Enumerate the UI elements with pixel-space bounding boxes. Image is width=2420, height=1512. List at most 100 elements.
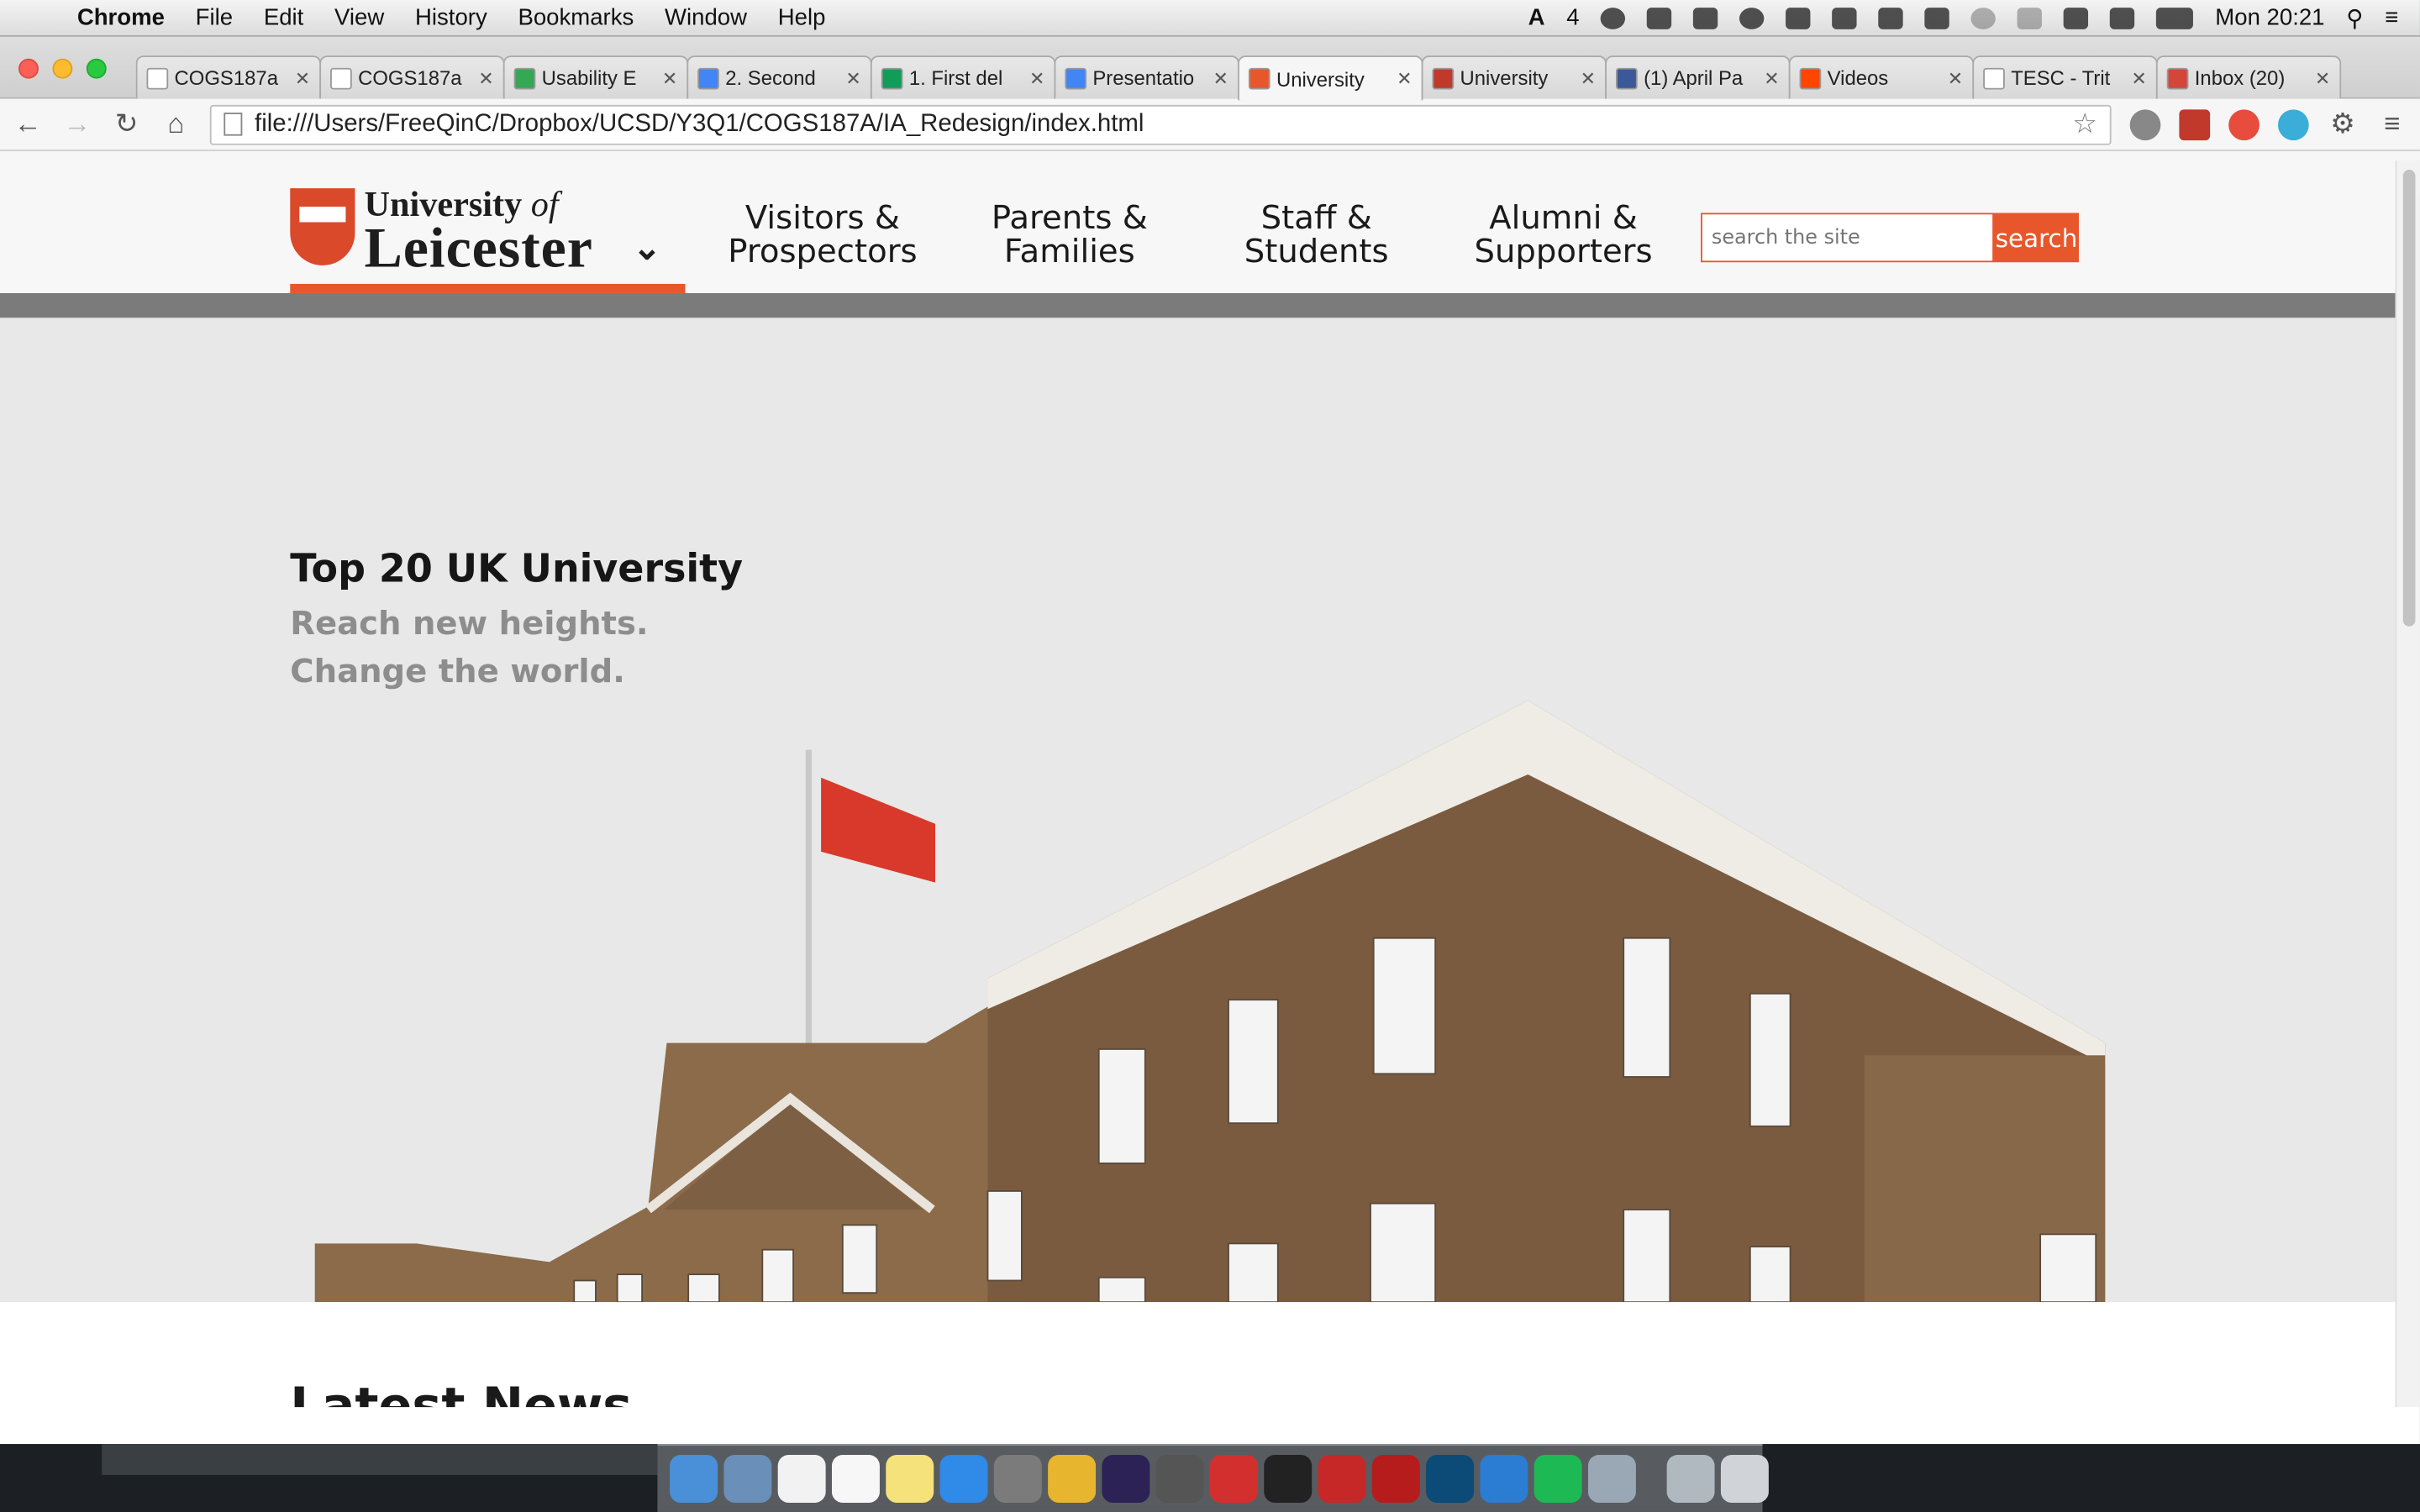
reload-icon[interactable]: ↻ [111, 108, 142, 141]
browser-tab[interactable]: University ✕ [1238, 55, 1423, 101]
notification-center-icon[interactable]: ≡ [2385, 5, 2398, 31]
menu-edit[interactable]: Edit [248, 5, 318, 31]
browser-tab[interactable]: COGS187a ✕ [319, 55, 505, 99]
menu-bookmarks[interactable]: Bookmarks [502, 5, 650, 31]
close-window-button[interactable] [18, 58, 39, 79]
finder-icon[interactable] [670, 1455, 718, 1503]
app-store-icon[interactable] [939, 1455, 988, 1503]
stop-extension-icon[interactable] [2129, 108, 2161, 140]
minimized-windows[interactable] [102, 1444, 658, 1475]
eclipse-icon[interactable] [1102, 1455, 1150, 1503]
page-scrollbar[interactable] [2395, 160, 2420, 1408]
photoshop-icon[interactable] [1426, 1455, 1475, 1503]
minimize-window-button[interactable] [52, 58, 73, 79]
flag-icon [821, 777, 936, 883]
downloads-stack-icon[interactable] [1666, 1455, 1715, 1503]
dropbox-icon[interactable] [1693, 7, 1718, 29]
site-search-button[interactable]: search [1994, 213, 2080, 263]
terminal-icon[interactable] [1264, 1455, 1313, 1503]
nav-visitors-prospectors[interactable]: Visitors & Prospectors [707, 201, 939, 269]
reminders-icon[interactable] [777, 1455, 826, 1503]
forward-arrow-icon[interactable]: → [61, 108, 92, 141]
menu-window[interactable]: Window [650, 5, 763, 31]
home-icon[interactable]: ⌂ [160, 108, 192, 141]
zoom-window-button[interactable] [86, 58, 107, 79]
system-preferences-icon[interactable] [993, 1455, 1042, 1503]
browser-tab[interactable]: (1) April Pa ✕ [1605, 55, 1791, 99]
bluetooth-icon[interactable] [2018, 7, 2043, 29]
tab-close-icon[interactable]: ✕ [2315, 67, 2330, 89]
menu-history[interactable]: History [400, 5, 502, 31]
nav-staff-students[interactable]: Staff & Students [1201, 201, 1433, 269]
page-icon [224, 113, 243, 136]
tab-close-icon[interactable]: ✕ [1029, 67, 1044, 89]
menubar-clock[interactable]: Mon 20:21 [2215, 5, 2324, 31]
image-capture-icon[interactable] [1587, 1455, 1636, 1503]
tab-close-icon[interactable]: ✕ [662, 67, 677, 89]
tab-close-icon[interactable]: ✕ [845, 67, 860, 89]
volume-icon[interactable] [2110, 7, 2135, 29]
tab-close-icon[interactable]: ✕ [295, 67, 310, 89]
adobe-icon[interactable]: A [1528, 5, 1545, 31]
menu-file[interactable]: File [180, 5, 248, 31]
filezilla-icon[interactable] [1371, 1455, 1420, 1503]
browser-tab[interactable]: 1. First del ✕ [870, 55, 1056, 99]
tab-close-icon[interactable]: ✕ [1213, 67, 1228, 89]
sleep-icon[interactable] [1786, 7, 1812, 29]
browser-tab[interactable]: 2. Second ✕ [687, 55, 872, 99]
chevron-down-icon[interactable]: ⌄ [633, 228, 661, 269]
nav-alumni-supporters[interactable]: Alumni & Supporters [1448, 201, 1680, 269]
settings-gear-icon[interactable]: ⚙ [2328, 108, 2359, 141]
tab-close-icon[interactable]: ✕ [2131, 67, 2146, 89]
address-bar[interactable]: file:///Users/FreeQinC/Dropbox/UCSD/Y3Q1… [209, 103, 2112, 144]
tab-close-icon[interactable]: ✕ [478, 67, 493, 89]
menu-help[interactable]: Help [762, 5, 840, 31]
chrome-menu-icon[interactable]: ≡ [2377, 108, 2408, 141]
browser-tab[interactable]: University ✕ [1421, 55, 1607, 99]
tab-close-icon[interactable]: ✕ [1581, 67, 1596, 89]
adblock-icon[interactable] [2228, 108, 2260, 140]
browser-tab[interactable]: Presentatio ✕ [1054, 55, 1239, 99]
acrobat-icon[interactable] [1209, 1455, 1258, 1503]
browser-tab[interactable]: TESC - Trit ✕ [1972, 55, 2158, 99]
window-icon[interactable] [1832, 7, 1858, 29]
wifi-icon[interactable] [2064, 7, 2089, 29]
scrollbar-thumb[interactable] [2402, 170, 2416, 627]
calendar-icon[interactable] [831, 1455, 880, 1503]
time-machine-icon[interactable] [1971, 7, 1996, 29]
menu-app-name[interactable]: Chrome [61, 5, 180, 31]
menu-view[interactable]: View [319, 5, 400, 31]
tab-close-icon[interactable]: ✕ [1948, 67, 1963, 89]
tab-close-icon[interactable]: ✕ [1764, 67, 1779, 89]
site-search-input[interactable] [1701, 213, 1995, 263]
download-extension-icon[interactable] [2179, 108, 2211, 140]
browser-tab[interactable]: COGS187a ✕ [135, 55, 322, 99]
notification-bell-icon[interactable] [1878, 7, 1904, 29]
incognito-icon[interactable] [1601, 7, 1626, 29]
chrome-icon[interactable] [1048, 1455, 1097, 1503]
browser-tab[interactable]: Videos ✕ [1788, 55, 1975, 99]
tab-title: (1) April Pa [1644, 66, 1744, 90]
browser-tab[interactable]: Usability E ✕ [502, 55, 689, 99]
tab-close-icon[interactable]: ✕ [1397, 68, 1412, 90]
preview-icon[interactable] [723, 1455, 772, 1503]
battery-icon[interactable] [2156, 7, 2194, 29]
spotlight-icon[interactable]: ⚲ [2346, 4, 2363, 31]
spotify-icon[interactable] [1534, 1455, 1582, 1503]
university-logo[interactable]: University of Leicester ⌄ [290, 185, 685, 293]
bookmark-star-icon[interactable]: ☆ [2072, 108, 2097, 141]
airplay-icon[interactable] [1924, 7, 1950, 29]
sync-icon[interactable] [1647, 7, 1672, 29]
m-extension-icon[interactable] [2277, 108, 2309, 140]
word-icon[interactable] [1480, 1455, 1528, 1503]
back-arrow-icon[interactable]: ← [13, 108, 44, 141]
address-url[interactable]: file:///Users/FreeQinC/Dropbox/UCSD/Y3Q1… [255, 110, 1144, 138]
notes-icon[interactable] [886, 1455, 934, 1503]
trash-icon[interactable] [1720, 1455, 1769, 1503]
browser-tab[interactable]: Inbox (20) ✕ [2155, 55, 2342, 99]
caffeine-icon[interactable] [1739, 7, 1765, 29]
sublime-text-icon[interactable] [1155, 1455, 1204, 1503]
hero-subtitle-2: Change the world. [290, 652, 625, 690]
pdf-icon[interactable] [1318, 1455, 1366, 1503]
nav-parents-families[interactable]: Parents & Families [954, 201, 1186, 269]
